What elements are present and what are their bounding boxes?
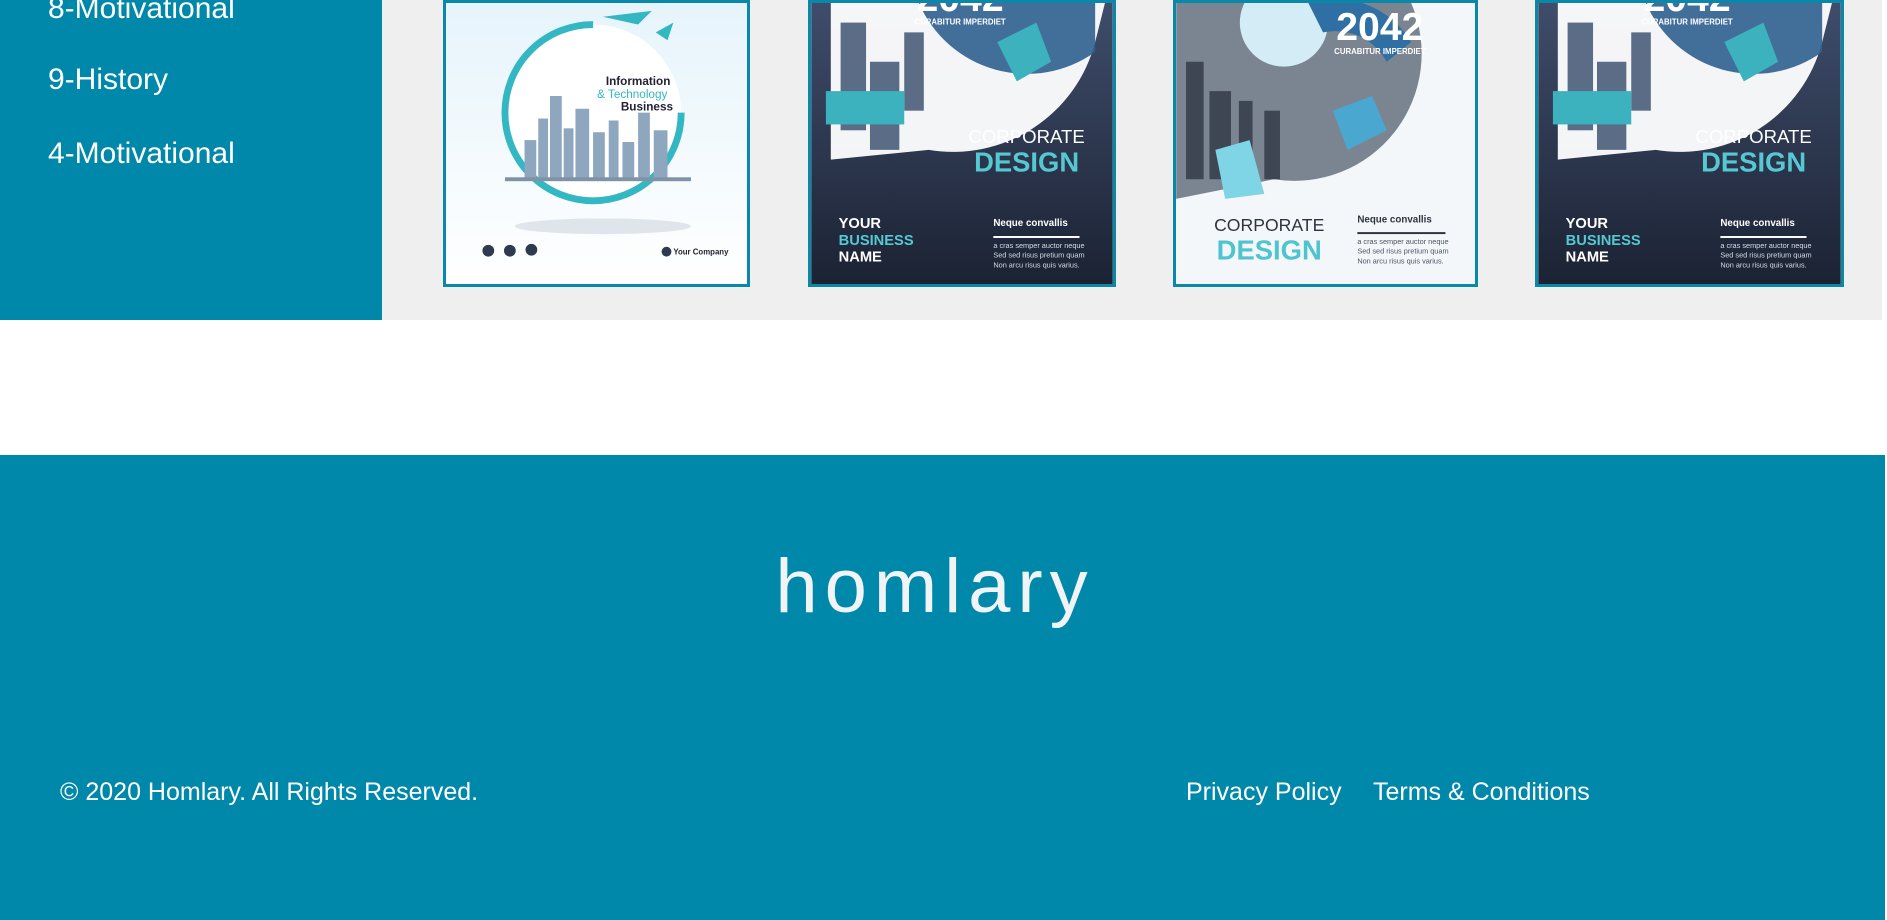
cover-body-line3: Non arcu risus quis varius.	[993, 260, 1079, 269]
cover-body-line1: a cras semper auctor neque	[1357, 237, 1448, 246]
cover-tagline: CURABITUR IMPERDIET	[914, 18, 1006, 27]
cover-image-corporate-design-1: 2042 CURABITUR IMPERDIET CORPORATE DESIG…	[811, 3, 1113, 284]
product-card-corporate-design-2[interactable]: 2042 CURABITUR IMPERDIET CORPORATE DESIG…	[1173, 0, 1478, 287]
site-footer: homlary © 2020 Homlary. All Rights Reser…	[0, 455, 1885, 920]
cover-name-line1: YOUR	[1566, 216, 1609, 232]
product-card-information-technology[interactable]: Information & Technology Business Your C…	[443, 0, 750, 287]
sidebar-item-9-history[interactable]: 9-History	[48, 63, 168, 97]
cover-body-line3: Non arcu risus quis varius.	[1720, 260, 1806, 269]
cover-name-line1: YOUR	[839, 216, 882, 232]
cover-title-line2: & Technology	[597, 88, 667, 101]
sidebar-item-4-motivational[interactable]: 4-Motivational	[48, 137, 235, 171]
cover-heading-design: DESIGN	[974, 146, 1079, 177]
cover-body-line2: Sed sed risus pretium quam	[1357, 247, 1448, 256]
privacy-policy-link[interactable]: Privacy Policy	[1186, 778, 1342, 807]
footer-copyright: © 2020 Homlary. All Rights Reserved.	[60, 778, 479, 806]
cover-name-line3: NAME	[839, 249, 882, 265]
cover-image-information-technology: Information & Technology Business Your C…	[446, 3, 747, 284]
cover-heading-corporate: CORPORATE	[1214, 215, 1324, 235]
cover-body-line1: a cras semper auctor neque	[1720, 241, 1811, 250]
cover-body-line2: Sed sed risus pretium quam	[1720, 251, 1811, 260]
cover-subtitle: Neque convallis	[993, 218, 1068, 229]
cover-tagline: CURABITUR IMPERDIET	[1641, 18, 1733, 27]
cover-body-line2: Sed sed risus pretium quam	[993, 251, 1084, 260]
cover-heading-corporate: CORPORATE	[968, 126, 1084, 147]
product-card-corporate-design-1[interactable]: 2042 CURABITUR IMPERDIET CORPORATE DESIG…	[808, 0, 1116, 287]
cover-name-line2: BUSINESS	[1566, 233, 1641, 249]
cover-heading-design: DESIGN	[1217, 235, 1322, 266]
cover-image-corporate-design-3: 2042 CURABITUR IMPERDIET CORPORATE DESIG…	[1538, 3, 1841, 284]
cover-image-corporate-design-2: 2042 CURABITUR IMPERDIET CORPORATE DESIG…	[1176, 3, 1475, 284]
cover-company-name: Your Company	[673, 248, 729, 257]
cover-year: 2042	[1336, 6, 1423, 49]
cover-title-line1: Information	[606, 75, 671, 88]
cover-heading-design: DESIGN	[1701, 146, 1806, 177]
cover-name-line3: NAME	[1566, 249, 1609, 265]
category-sidebar: 8-Motivational 9-History 4-Motivational	[0, 0, 382, 320]
cover-name-line2: BUSINESS	[839, 233, 914, 249]
footer-brand-logo[interactable]: homlary	[0, 543, 1870, 630]
cover-tagline: CURABITUR IMPERDIET	[1334, 47, 1426, 56]
product-card-corporate-design-3[interactable]: 2042 CURABITUR IMPERDIET CORPORATE DESIG…	[1535, 0, 1844, 287]
cover-body-line3: Non arcu risus quis varius.	[1357, 256, 1443, 265]
terms-conditions-link[interactable]: Terms & Conditions	[1373, 778, 1590, 807]
cover-title-line3: Business	[621, 101, 674, 114]
cover-body-line1: a cras semper auctor neque	[993, 241, 1084, 250]
sidebar-item-8-motivational[interactable]: 8-Motivational	[48, 0, 235, 26]
product-grid: Information & Technology Business Your C…	[382, 0, 1882, 320]
cover-subtitle: Neque convallis	[1720, 218, 1795, 229]
cover-heading-corporate: CORPORATE	[1695, 126, 1811, 147]
cover-subtitle: Neque convallis	[1357, 214, 1432, 225]
